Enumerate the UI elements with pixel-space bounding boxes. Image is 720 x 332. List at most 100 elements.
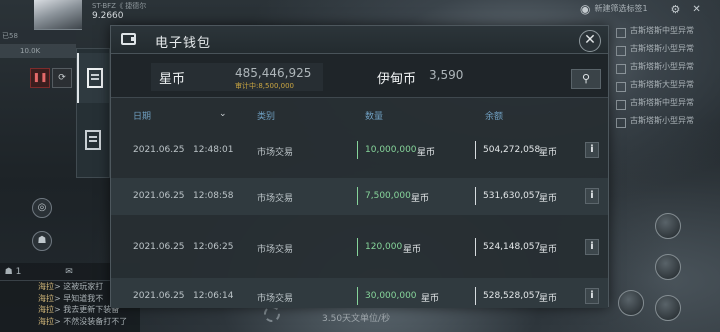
anomaly-icon: [616, 82, 626, 92]
row-unit: 星币: [411, 194, 430, 204]
module-icon[interactable]: [655, 295, 681, 321]
divider: [475, 287, 476, 305]
divider: [357, 287, 358, 305]
anomaly-icon: [616, 118, 626, 128]
balance-bar: 星币 485,446,925 审计中:8,500,000 伊甸币 3,590 ⚲: [111, 54, 608, 98]
module-icon[interactable]: [618, 290, 644, 316]
star-coin-label: 星币: [159, 72, 186, 87]
row-time: 12:08:58: [193, 191, 234, 201]
wallet-header: 电子钱包 ✕: [111, 26, 608, 54]
table-row[interactable]: 2021.06.25 12:08:58 市场交易 7,500,000 星币 53…: [111, 178, 608, 215]
close-icon[interactable]: ✕: [692, 4, 700, 15]
row-unit: 星币: [403, 245, 422, 255]
row-balance-unit: 星币: [539, 148, 558, 158]
eden-coin-label: 伊甸币: [377, 72, 417, 87]
anomaly-icon: [616, 28, 626, 38]
row-category: 市场交易: [257, 194, 294, 204]
wallet-icon: [121, 33, 136, 45]
row-amount: 30,000,000: [365, 291, 417, 301]
list-item[interactable]: 古斯塔斯中型异常: [608, 97, 720, 110]
row-balance: 531,630,057: [483, 191, 541, 201]
star-coin-box: 星币 485,446,925 审计中:8,500,000: [151, 63, 323, 91]
row-date: 2021.06.25: [133, 191, 185, 201]
column-headers: 日期 ⌄ 类别 数量 余额: [111, 105, 608, 127]
ship-stat: 已58: [0, 30, 76, 42]
filter-icon: ⚲: [581, 72, 591, 85]
settings-icon[interactable]: ⚙: [670, 3, 680, 16]
row-amount: 120,000: [365, 242, 403, 252]
row-time: 12:06:14: [193, 291, 234, 301]
pilot-portrait[interactable]: [34, 0, 82, 30]
column-category[interactable]: 类别: [257, 109, 275, 122]
contract-icon: [85, 130, 101, 150]
mail-icon[interactable]: ✉: [56, 263, 82, 280]
wallet-window: 电子钱包 ✕ 星币 485,446,925 审计中:8,500,000 伊甸币 …: [110, 25, 609, 308]
person-icon[interactable]: ☗: [32, 231, 52, 251]
info-button[interactable]: i: [585, 188, 599, 204]
table-row[interactable]: 2021.06.25 12:06:14 市场交易 30,000,000 星币 5…: [111, 278, 608, 308]
filter-label: 新建筛选标签1: [594, 4, 648, 13]
row-balance: 504,272,058: [483, 145, 541, 155]
column-date[interactable]: 日期: [133, 109, 151, 122]
corp-tag: ST-BFZ《 捷德尔: [92, 2, 147, 10]
row-balance: 524,148,057: [483, 242, 541, 252]
ship-controls: ❚❚ ⟳: [30, 68, 72, 88]
list-item[interactable]: 古斯塔斯大型异常: [608, 79, 720, 92]
eye-icon: ◉: [580, 2, 591, 16]
overview-list: 古斯塔斯中型异常 古斯塔斯小型异常 古斯塔斯小型异常 古斯塔斯大型异常 古斯塔斯…: [608, 25, 720, 133]
module-icon[interactable]: [655, 254, 681, 280]
row-amount: 7,500,000: [365, 191, 411, 201]
star-coin-value: 485,446,925: [235, 66, 312, 80]
anomaly-icon: [616, 46, 626, 56]
row-category: 市场交易: [257, 245, 294, 255]
divider: [475, 238, 476, 256]
row-unit: 星币: [417, 148, 436, 158]
row-time: 12:48:01: [193, 145, 234, 155]
document-icon: [87, 68, 103, 88]
chat-tab-people[interactable]: ☗ 1: [0, 263, 26, 280]
isk-readout: 9.2660: [92, 11, 124, 21]
chevron-down-icon[interactable]: ⌄: [219, 109, 227, 119]
divider: [357, 187, 358, 205]
table-row[interactable]: 2021.06.25 12:06:25 市场交易 120,000 星币 524,…: [111, 229, 608, 266]
list-item[interactable]: 古斯塔斯中型异常: [608, 25, 720, 38]
column-amount[interactable]: 数量: [365, 109, 383, 122]
divider: [357, 141, 358, 159]
chat-count: 1: [15, 267, 22, 277]
row-date: 2021.06.25: [133, 291, 185, 301]
pause-icon[interactable]: ❚❚: [30, 68, 50, 88]
module-icon[interactable]: [655, 213, 681, 239]
row-balance-unit: 星币: [539, 194, 558, 204]
settings-wheel-icon[interactable]: [264, 306, 280, 322]
row-balance-unit: 星币: [539, 294, 558, 304]
audit-amount: 审计中:8,500,000: [235, 82, 294, 90]
row-date: 2021.06.25: [133, 145, 185, 155]
info-button[interactable]: i: [585, 142, 599, 158]
row-category: 市场交易: [257, 294, 294, 304]
close-button[interactable]: ✕: [579, 30, 601, 52]
anomaly-icon: [616, 100, 626, 110]
eden-coin-box: 伊甸币 3,590: [369, 63, 519, 91]
capacitor-strip: 10.0K: [0, 44, 76, 58]
row-amount: 10,000,000: [365, 145, 417, 155]
list-item[interactable]: 古斯塔斯小型异常: [608, 43, 720, 56]
tab-contracts[interactable]: [77, 115, 109, 165]
cycle-icon[interactable]: ⟳: [52, 68, 72, 88]
row-balance: 528,528,057: [483, 291, 541, 301]
table-row[interactable]: 2021.06.25 12:48:01 市场交易 10,000,000 星币 5…: [111, 132, 608, 169]
person-icon: ☗: [4, 267, 13, 277]
anomaly-icon: [616, 64, 626, 74]
info-button[interactable]: i: [585, 239, 599, 255]
row-category: 市场交易: [257, 148, 294, 158]
list-item[interactable]: 古斯塔斯小型异常: [608, 115, 720, 128]
overview-filter[interactable]: ◉ 新建筛选标签1 ⚙ ✕: [580, 2, 701, 16]
info-button[interactable]: i: [585, 288, 599, 304]
list-item[interactable]: 古斯塔斯小型异常: [608, 61, 720, 74]
tab-transactions[interactable]: [77, 53, 109, 103]
filter-button[interactable]: ⚲: [571, 69, 601, 89]
eden-coin-value: 3,590: [429, 68, 464, 82]
row-balance-unit: 星币: [539, 245, 558, 255]
target-icon[interactable]: ◎: [32, 198, 52, 218]
column-balance[interactable]: 余额: [485, 109, 503, 122]
speed-readout: 3.50天文单位/秒: [322, 314, 391, 324]
